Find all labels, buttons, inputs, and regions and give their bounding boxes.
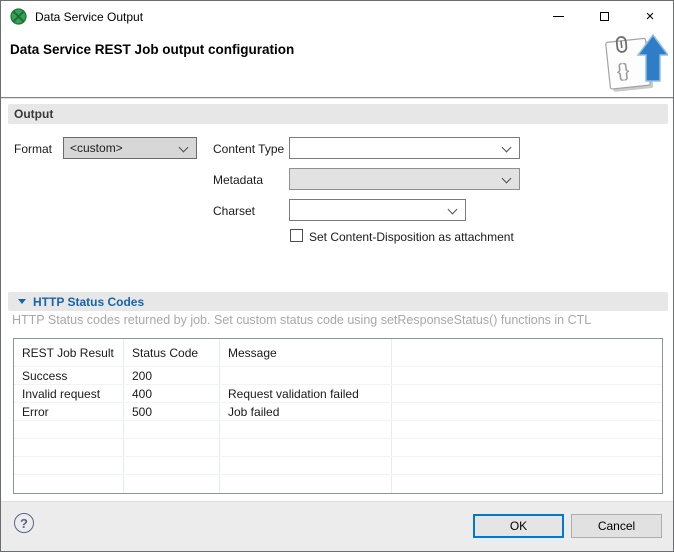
page-title: Data Service REST Job output configurati… (10, 42, 294, 57)
table-cell[interactable]: 200 (124, 367, 220, 384)
cancel-button[interactable]: Cancel (571, 514, 662, 538)
collapse-triangle-icon (18, 299, 26, 304)
column-header-filler (392, 339, 662, 366)
content-disposition-checkbox[interactable] (290, 229, 303, 242)
table-cell[interactable]: Job failed (220, 403, 392, 420)
content-type-combo[interactable] (289, 137, 520, 159)
clover-app-icon (10, 8, 27, 25)
output-document-icon: {} (602, 34, 668, 96)
table-header-row: REST Job Result Status Code Message (14, 339, 662, 367)
table-row[interactable]: Error 500 Job failed (14, 403, 662, 421)
charset-combo[interactable] (289, 199, 466, 221)
format-label: Format (14, 142, 52, 156)
column-header-status-code: Status Code (124, 339, 220, 366)
http-status-section-label: HTTP Status Codes (33, 295, 144, 309)
window-title: Data Service Output (35, 10, 143, 24)
chevron-down-icon (448, 205, 458, 215)
table-cell[interactable]: Error (14, 403, 124, 420)
table-cell-filler (392, 475, 662, 493)
maximize-button[interactable] (581, 1, 627, 32)
table-row[interactable] (14, 421, 662, 439)
table-cell-filler (392, 439, 662, 456)
table-cell[interactable] (124, 421, 220, 438)
chevron-down-icon (179, 143, 189, 153)
table-cell[interactable] (220, 439, 392, 456)
table-cell[interactable] (124, 475, 220, 493)
table-cell[interactable] (220, 475, 392, 493)
table-cell[interactable]: Invalid request (14, 385, 124, 402)
svg-text:{}: {} (616, 60, 631, 82)
table-cell-filler (392, 385, 662, 402)
output-section-header: Output (8, 104, 668, 124)
charset-label: Charset (213, 204, 255, 218)
table-row[interactable]: Invalid request 400 Request validation f… (14, 385, 662, 403)
help-icon: ? (20, 516, 28, 531)
help-button[interactable]: ? (14, 513, 34, 533)
table-cell[interactable] (14, 475, 124, 493)
content-disposition-label: Set Content-Disposition as attachment (309, 230, 514, 244)
format-combo[interactable]: <custom> (63, 137, 197, 159)
content-type-label: Content Type (213, 142, 284, 156)
dialog-header: Data Service REST Job output configurati… (1, 32, 673, 98)
column-header-message: Message (220, 339, 392, 366)
table-cell[interactable]: 400 (124, 385, 220, 402)
maximize-icon (600, 12, 609, 21)
ok-button[interactable]: OK (473, 514, 564, 538)
table-cell[interactable] (220, 367, 392, 384)
table-cell[interactable] (14, 439, 124, 456)
table-cell[interactable] (124, 439, 220, 456)
close-button[interactable]: × (627, 1, 673, 32)
http-status-description: HTTP Status codes returned by job. Set c… (12, 313, 591, 327)
http-status-section-header[interactable]: HTTP Status Codes (8, 292, 668, 311)
table-cell[interactable] (14, 421, 124, 438)
column-header-rest-job-result: REST Job Result (14, 339, 124, 366)
table-cell[interactable]: 500 (124, 403, 220, 420)
data-service-output-dialog: Data Service Output × Data Service REST … (0, 0, 674, 552)
table-cell-filler (392, 457, 662, 474)
cancel-button-label: Cancel (598, 519, 635, 533)
table-cell[interactable] (220, 421, 392, 438)
button-bar: ? OK Cancel (1, 501, 673, 551)
table-cell[interactable] (124, 457, 220, 474)
table-cell-filler (392, 367, 662, 384)
minimize-button[interactable] (535, 1, 581, 32)
close-icon: × (646, 9, 655, 24)
output-section-label: Output (14, 107, 53, 121)
table-cell[interactable]: Request validation failed (220, 385, 392, 402)
table-cell-filler (392, 421, 662, 438)
status-codes-table: REST Job Result Status Code Message Succ… (13, 338, 663, 494)
minimize-icon (553, 16, 564, 17)
table-cell[interactable]: Success (14, 367, 124, 384)
metadata-combo (289, 168, 520, 190)
table-cell-filler (392, 403, 662, 420)
table-row[interactable] (14, 439, 662, 457)
table-row[interactable] (14, 457, 662, 475)
table-row[interactable] (14, 475, 662, 493)
format-value: <custom> (70, 141, 123, 155)
window-controls: × (535, 1, 673, 32)
table-cell[interactable] (220, 457, 392, 474)
chevron-down-icon (502, 174, 512, 184)
ok-button-label: OK (510, 519, 527, 533)
title-bar: Data Service Output × (1, 1, 673, 32)
chevron-down-icon (502, 143, 512, 153)
metadata-label: Metadata (213, 173, 263, 187)
table-row[interactable]: Success 200 (14, 367, 662, 385)
table-cell[interactable] (14, 457, 124, 474)
